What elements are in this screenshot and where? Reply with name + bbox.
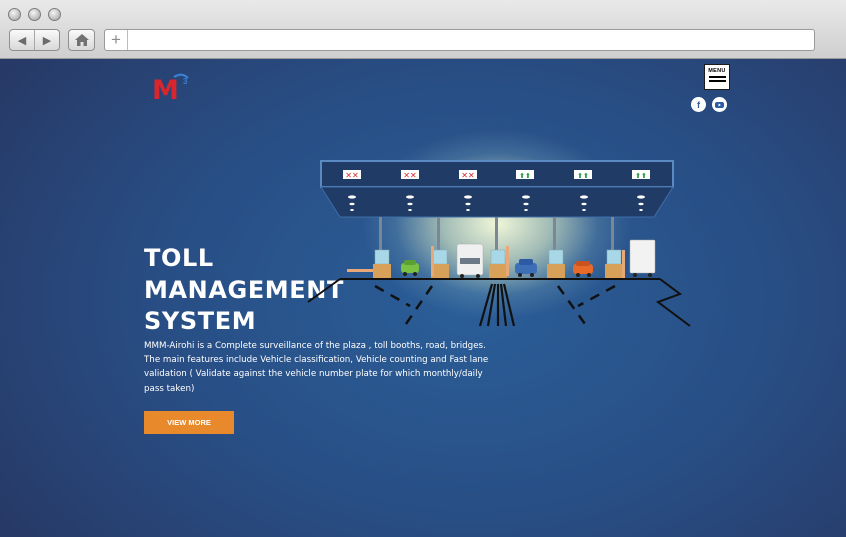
lane-open-sign: ⬆⬆ bbox=[574, 170, 592, 180]
truck-icon bbox=[629, 239, 656, 277]
hero-section: M 3 MENU f TOLL MANAGEMENT SYSTEM MMM-Ai… bbox=[0, 59, 846, 537]
back-button[interactable]: ◀ bbox=[10, 30, 34, 50]
forward-arrow-icon: ▶ bbox=[42, 34, 52, 47]
svg-text:M: M bbox=[152, 75, 179, 103]
barrier-arm bbox=[347, 269, 373, 272]
hero-description: MMM-Airohi is a Complete surveillance of… bbox=[144, 341, 489, 394]
lane-closed-sign: ✕✕ bbox=[459, 170, 477, 180]
facebook-link[interactable]: f bbox=[691, 97, 706, 112]
lane-closed-sign: ✕✕ bbox=[343, 170, 361, 180]
car-icon bbox=[401, 260, 419, 276]
svg-text:⬆⬆: ⬆⬆ bbox=[577, 172, 589, 180]
barrier-arm bbox=[431, 246, 434, 276]
menu-label: MENU bbox=[708, 68, 726, 74]
svg-text:⬆⬆: ⬆⬆ bbox=[635, 172, 647, 180]
view-more-button[interactable]: VIEW MORE bbox=[144, 411, 234, 434]
home-button[interactable] bbox=[68, 29, 95, 51]
toll-booth bbox=[489, 249, 507, 278]
window-close-button[interactable] bbox=[8, 8, 21, 21]
browser-chrome: ◀ ▶ + bbox=[0, 0, 846, 59]
svg-text:✕✕: ✕✕ bbox=[403, 171, 416, 180]
lane-open-sign: ⬆⬆ bbox=[632, 170, 650, 180]
menu-button[interactable]: MENU bbox=[704, 64, 730, 90]
lane-closed-sign: ✕✕ bbox=[401, 170, 419, 180]
svg-text:✕✕: ✕✕ bbox=[461, 171, 474, 180]
car-icon bbox=[515, 259, 537, 277]
back-arrow-icon: ◀ bbox=[17, 34, 27, 47]
lane-open-sign: ⬆⬆ bbox=[516, 170, 534, 180]
window-minimize-button[interactable] bbox=[28, 8, 41, 21]
toll-booth bbox=[373, 249, 391, 278]
car-icon bbox=[573, 261, 593, 277]
facebook-icon: f bbox=[697, 99, 700, 110]
youtube-link[interactable] bbox=[712, 97, 727, 112]
barrier-arm bbox=[622, 250, 625, 278]
forward-button[interactable]: ▶ bbox=[34, 30, 59, 50]
svg-text:⬆⬆: ⬆⬆ bbox=[519, 172, 531, 180]
home-icon bbox=[74, 34, 89, 46]
toll-plaza-illustration: ✕✕ ✕✕ ✕✕ ⬆⬆ ⬆⬆ ⬆⬆ bbox=[307, 160, 691, 327]
new-tab-button[interactable]: + bbox=[105, 30, 128, 50]
svg-text:3: 3 bbox=[183, 77, 188, 86]
url-input[interactable] bbox=[129, 31, 813, 50]
history-navigation: ◀ ▶ bbox=[9, 29, 60, 51]
company-logo[interactable]: M 3 bbox=[152, 73, 202, 103]
hamburger-bar bbox=[708, 76, 726, 78]
svg-text:✕✕: ✕✕ bbox=[345, 171, 358, 180]
window-maximize-button[interactable] bbox=[48, 8, 61, 21]
toll-booth bbox=[605, 249, 623, 278]
toll-booth bbox=[547, 249, 565, 278]
barrier-arm bbox=[506, 246, 509, 276]
youtube-icon bbox=[715, 102, 724, 108]
address-bar: + bbox=[104, 29, 815, 51]
van-icon bbox=[456, 243, 484, 278]
hamburger-bar bbox=[708, 80, 726, 82]
